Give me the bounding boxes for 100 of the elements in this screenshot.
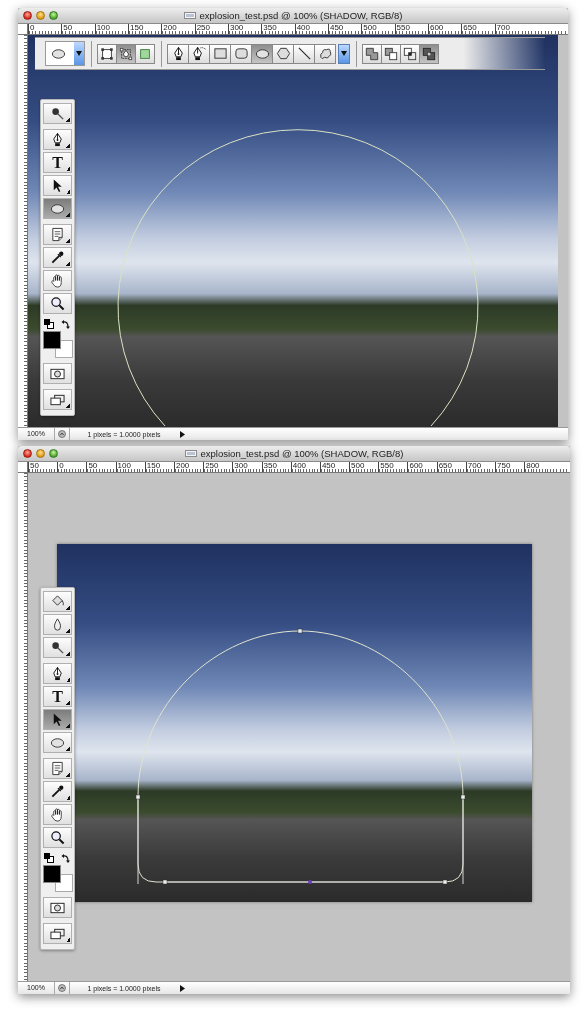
shape-preset-picker[interactable] <box>45 41 85 66</box>
ruler-label: 700 <box>467 462 483 470</box>
ellipse-icon <box>50 201 65 216</box>
eyedropper-tool-button[interactable] <box>43 247 72 268</box>
custom-shape-button[interactable] <box>314 43 336 64</box>
magnifier-icon <box>50 830 65 845</box>
quick-mask-icon <box>50 901 65 914</box>
pen-tool-button[interactable] <box>43 129 72 150</box>
quick-mask-button[interactable] <box>43 363 72 384</box>
pixels-mode-button[interactable] <box>135 43 155 64</box>
dropdown-button[interactable] <box>74 42 84 65</box>
right-arrow-icon[interactable] <box>180 430 185 438</box>
polygon-shape-button[interactable] <box>272 43 294 64</box>
hand-icon <box>50 807 65 822</box>
blur-tool-button[interactable] <box>43 614 72 635</box>
close-button[interactable] <box>23 11 32 20</box>
caret-icon <box>76 51 82 56</box>
bucket-tool-button[interactable] <box>43 591 72 612</box>
arrow-tool-button[interactable] <box>43 709 72 730</box>
ruler-label: 700 <box>496 24 511 32</box>
ruler-label: 350 <box>263 24 278 32</box>
pen-shape-button[interactable] <box>167 43 189 64</box>
screen-mode-icon <box>50 927 65 940</box>
wand-tool-button[interactable] <box>43 103 72 124</box>
hand-tool-button[interactable] <box>43 804 72 825</box>
zoom-tool-button[interactable] <box>43 827 72 848</box>
right-arrow-icon[interactable] <box>180 984 185 992</box>
note-icon <box>50 761 65 776</box>
foreground-color-swatch[interactable] <box>42 865 61 883</box>
ruler-label: 450 <box>321 462 337 470</box>
screen-mode-icon <box>50 393 65 406</box>
window-title: explosion_test.psd @ 100% (SHADOW, RGB/8) <box>200 448 404 459</box>
ellipse-tool-button[interactable] <box>43 732 72 753</box>
hand-tool-button[interactable] <box>43 270 72 291</box>
ruler-label: 800 <box>526 462 541 470</box>
wand-tool-button[interactable] <box>43 637 72 658</box>
ruler-label: 0 <box>59 462 65 470</box>
ellipse-tool-button[interactable] <box>43 198 72 219</box>
zoom-button[interactable] <box>49 11 58 20</box>
ruler-label: 600 <box>409 462 424 470</box>
ruler-label: 250 <box>205 462 220 470</box>
zoom-button[interactable] <box>49 449 58 458</box>
ellipse-shape-button[interactable] <box>251 43 273 64</box>
swap-arrow-icon[interactable] <box>61 853 71 863</box>
ruler-label: 150 <box>130 24 145 32</box>
foreground-color-swatch[interactable] <box>42 331 61 349</box>
type-tool-button[interactable]: T <box>43 152 72 173</box>
ruler-label: 200 <box>163 24 178 32</box>
ruler-label: 450 <box>329 24 345 32</box>
line-shape-button[interactable] <box>293 43 315 64</box>
quick-mask-button[interactable] <box>43 897 72 918</box>
add-area-button[interactable] <box>362 43 382 64</box>
eyedropper-icon <box>50 250 65 265</box>
pen-icon <box>50 666 65 681</box>
circle-icon[interactable] <box>58 984 66 992</box>
subtract-area-button[interactable] <box>381 43 401 64</box>
hexagon-icon <box>275 46 291 61</box>
exclude-area-button[interactable] <box>419 43 439 64</box>
intersect-area-button[interactable] <box>400 43 420 64</box>
rectangle-icon <box>212 46 228 61</box>
caret-icon <box>341 51 347 56</box>
ellipse-icon <box>254 46 270 61</box>
freeform-shape-button[interactable] <box>188 43 210 64</box>
rectangle-shape-button[interactable] <box>209 43 231 64</box>
ruler-label: 100 <box>117 462 132 470</box>
eyedropper-tool-button[interactable] <box>43 781 72 802</box>
overlapping-squares-icon <box>384 46 398 61</box>
default-colors-icon[interactable] <box>44 853 54 863</box>
circle-icon[interactable] <box>58 430 66 438</box>
pen-tool-button[interactable] <box>43 663 72 684</box>
screen-mode-button[interactable] <box>43 923 72 944</box>
ruler-label: 550 <box>396 24 411 32</box>
overlapping-squares-icon <box>365 46 379 61</box>
zoom-tool-button[interactable] <box>43 293 72 314</box>
ellipse-icon <box>51 46 66 61</box>
overlapping-squares-icon <box>403 46 417 61</box>
notes-tool-button[interactable] <box>43 758 72 779</box>
ruler-label: 100 <box>96 24 111 32</box>
minimize-button[interactable] <box>36 11 45 20</box>
swap-arrow-icon[interactable] <box>61 319 71 329</box>
default-colors-icon[interactable] <box>44 319 54 329</box>
ruler-label: 300 <box>234 462 249 470</box>
document-icon <box>184 450 197 457</box>
layers-mode-button[interactable] <box>97 43 117 64</box>
close-button[interactable] <box>23 449 32 458</box>
ruler-label: 150 <box>146 462 162 470</box>
rounded-shape-button[interactable] <box>230 43 252 64</box>
ruler-label: 650 <box>463 24 478 32</box>
ruler-label: 600 <box>429 24 445 32</box>
screen-mode-button[interactable] <box>43 389 72 410</box>
minimize-button[interactable] <box>36 449 45 458</box>
notes-tool-button[interactable] <box>43 224 72 245</box>
paths-mode-button[interactable] <box>116 43 136 64</box>
ruler-label: 500 <box>363 24 378 32</box>
ruler-label: 400 <box>296 24 311 32</box>
arrow-tool-button[interactable] <box>43 175 72 196</box>
type-tool-button[interactable]: T <box>43 686 72 707</box>
document-icon <box>183 12 196 19</box>
eyedropper-icon <box>50 784 65 799</box>
dropdown-button[interactable] <box>338 43 350 64</box>
